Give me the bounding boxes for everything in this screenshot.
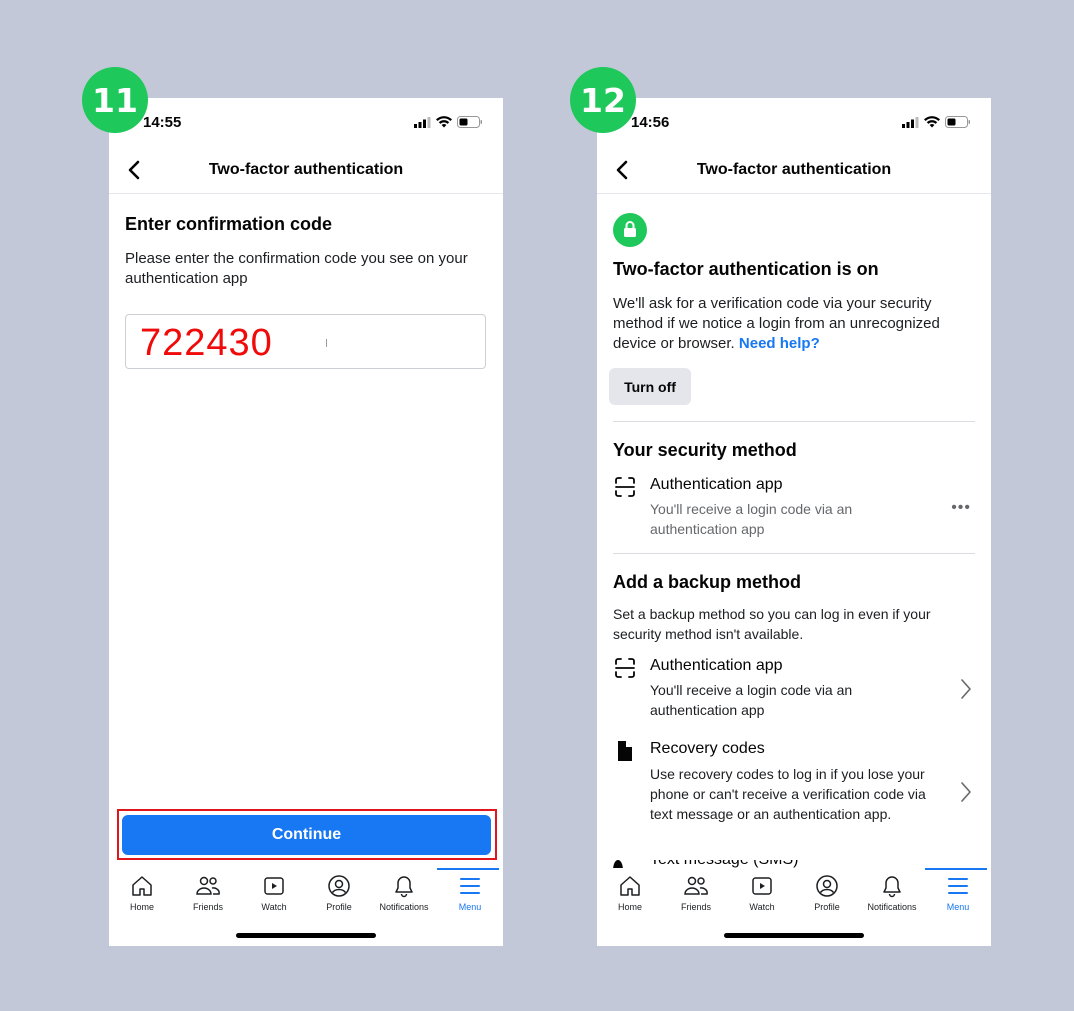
tab-bar: Home Friends Watch Profile Notifications Menu bbox=[109, 868, 503, 916]
home-indicator bbox=[724, 933, 864, 938]
status-bar: 14:56 bbox=[597, 98, 991, 148]
tab-label: Watch bbox=[749, 902, 775, 912]
backup-method-subtitle: You'll receive a login code via an authe… bbox=[650, 682, 853, 718]
tab-label: Profile bbox=[814, 902, 840, 912]
phone-screen-2fa-on: 14:56 Two-factor authentication Two-fact… bbox=[597, 98, 991, 946]
more-options-icon[interactable]: ••• bbox=[951, 499, 971, 517]
2fa-on-description: We'll ask for a verification code via yo… bbox=[613, 294, 975, 354]
tab-profile[interactable]: Profile bbox=[306, 874, 372, 912]
watch-icon bbox=[241, 874, 307, 898]
tab-label: Friends bbox=[680, 902, 711, 912]
continue-button[interactable]: Continue bbox=[122, 815, 491, 855]
tab-label: Profile bbox=[326, 902, 352, 912]
tab-friends[interactable]: Friends bbox=[175, 874, 241, 912]
menu-icon bbox=[437, 874, 503, 898]
friends-icon bbox=[663, 874, 729, 898]
nav-header: Two-factor authentication bbox=[597, 148, 991, 194]
tab-home[interactable]: Home bbox=[109, 874, 175, 912]
document-icon bbox=[618, 741, 632, 761]
2fa-on-heading: Two-factor authentication is on bbox=[613, 259, 879, 279]
bell-icon bbox=[859, 874, 925, 898]
partial-backup-method: Text message (SMS) bbox=[613, 860, 813, 868]
tab-notifications[interactable]: Notifications bbox=[859, 874, 925, 912]
battery-icon bbox=[945, 116, 970, 128]
tab-profile[interactable]: Profile bbox=[794, 874, 860, 912]
text-cursor bbox=[326, 339, 327, 347]
status-time: 14:56 bbox=[631, 114, 670, 131]
wifi-icon bbox=[436, 116, 452, 128]
backup-method-title[interactable]: Recovery codes bbox=[650, 740, 765, 758]
nav-header: Two-factor authentication bbox=[109, 148, 503, 194]
tab-menu[interactable]: Menu bbox=[925, 874, 991, 912]
turn-off-button[interactable]: Turn off bbox=[609, 368, 691, 405]
profile-icon bbox=[306, 874, 372, 898]
tab-label: Watch bbox=[261, 902, 287, 912]
status-icons bbox=[414, 116, 483, 128]
active-tab-indicator bbox=[925, 868, 987, 870]
divider bbox=[613, 553, 975, 554]
tab-home[interactable]: Home bbox=[597, 874, 663, 912]
status-bar: 14:55 bbox=[109, 98, 503, 148]
page-title: Two-factor authentication bbox=[696, 161, 892, 178]
backup-method-title[interactable]: Authentication app bbox=[650, 657, 783, 675]
tab-label: Home bbox=[617, 902, 642, 912]
security-method-title: Authentication app bbox=[650, 476, 783, 493]
confirmation-code-input[interactable]: 722430 bbox=[125, 314, 486, 369]
divider bbox=[613, 421, 975, 422]
enter-code-description: Please enter the confirmation code you s… bbox=[125, 250, 468, 287]
active-tab-indicator bbox=[437, 868, 499, 870]
bell-icon bbox=[371, 874, 437, 898]
tab-label: Menu bbox=[946, 902, 970, 912]
tab-friends[interactable]: Friends bbox=[663, 874, 729, 912]
partial-method-title: Text message (SMS) bbox=[650, 860, 798, 868]
status-time: 14:55 bbox=[143, 114, 182, 131]
tab-label: Home bbox=[129, 902, 154, 912]
phone-screen-enter-code: 14:55 Two-factor authentication Enter co… bbox=[109, 98, 503, 946]
enter-code-heading: Enter confirmation code bbox=[125, 214, 333, 234]
page-title: Two-factor authentication bbox=[208, 161, 404, 178]
profile-icon bbox=[794, 874, 860, 898]
tab-watch[interactable]: Watch bbox=[729, 874, 795, 912]
authentication-app-icon bbox=[615, 477, 635, 497]
tab-watch[interactable]: Watch bbox=[241, 874, 307, 912]
tab-bar: Home Friends Watch Profile Notifications Menu bbox=[597, 868, 991, 916]
confirmation-code-value: 722430 bbox=[140, 322, 273, 364]
signal-icon bbox=[414, 116, 431, 128]
friends-icon bbox=[175, 874, 241, 898]
tab-notifications[interactable]: Notifications bbox=[371, 874, 437, 912]
watch-icon bbox=[729, 874, 795, 898]
signal-icon bbox=[902, 116, 919, 128]
security-method-heading: Your security method bbox=[613, 440, 797, 460]
lock-icon bbox=[613, 213, 647, 247]
battery-icon bbox=[457, 116, 482, 128]
home-icon bbox=[597, 874, 663, 898]
chevron-right-icon[interactable] bbox=[959, 781, 973, 803]
step-badge-11: 11 bbox=[82, 67, 148, 133]
need-help-link[interactable]: Need help? bbox=[739, 335, 820, 352]
wifi-icon bbox=[924, 116, 940, 128]
home-indicator bbox=[236, 933, 376, 938]
tab-label: Friends bbox=[192, 902, 223, 912]
tab-label: Menu bbox=[458, 902, 482, 912]
menu-icon bbox=[925, 874, 991, 898]
backup-method-subtitle: Use recovery codes to log in if you lose… bbox=[650, 766, 926, 822]
backup-method-heading: Add a backup method bbox=[613, 572, 802, 592]
step-badge-12: 12 bbox=[570, 67, 636, 133]
chevron-right-icon[interactable] bbox=[959, 678, 973, 700]
backup-method-description: Set a backup method so you can log in ev… bbox=[613, 606, 931, 642]
tab-menu[interactable]: Menu bbox=[437, 874, 503, 912]
authentication-app-icon bbox=[615, 658, 635, 678]
tab-label: Notifications bbox=[379, 902, 429, 912]
status-icons bbox=[902, 116, 971, 128]
tab-label: Notifications bbox=[867, 902, 917, 912]
security-method-subtitle: You'll receive a login code via an authe… bbox=[650, 501, 853, 537]
home-icon bbox=[109, 874, 175, 898]
